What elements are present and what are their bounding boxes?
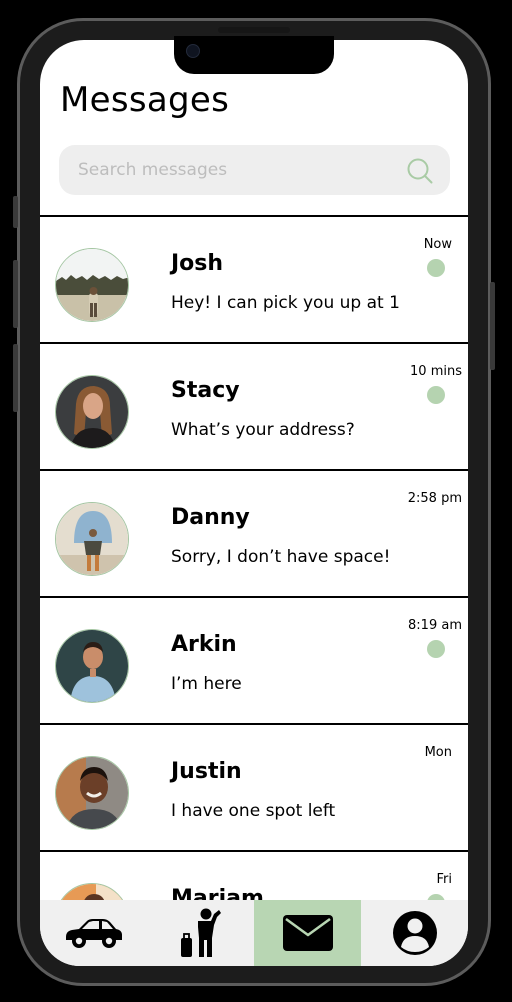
page-title: Messages: [60, 80, 230, 120]
unread-indicator: [427, 386, 445, 404]
message-preview: I have one spot left: [171, 801, 336, 821]
conversation-row[interactable]: Josh Hey! I can pick you up at 1 Now: [40, 215, 468, 342]
contact-name: Stacy: [171, 378, 240, 403]
volume-down-button: [13, 344, 18, 412]
front-camera: [186, 44, 200, 58]
profile-icon: [392, 911, 437, 955]
mute-switch: [13, 196, 18, 228]
search-input[interactable]: [59, 145, 399, 195]
conversation-row[interactable]: Justin I have one spot left Mon: [40, 723, 468, 850]
avatar: [55, 756, 129, 830]
unread-indicator: [427, 259, 445, 277]
avatar: [55, 502, 129, 576]
tab-bar: [40, 900, 468, 966]
traveler-icon: [180, 908, 221, 957]
envelope-icon: [282, 915, 333, 951]
tab-profile[interactable]: [361, 900, 468, 966]
conversation-row[interactable]: Arkin I’m here 8:19 am: [40, 596, 468, 723]
conversation-list: Josh Hey! I can pick you up at 1 Now Sta…: [40, 215, 468, 966]
message-preview: I’m here: [171, 674, 242, 694]
contact-name: Josh: [171, 251, 224, 276]
avatar: [55, 629, 129, 703]
search-bar: [59, 145, 450, 195]
tab-trips[interactable]: [147, 900, 254, 966]
tab-rides[interactable]: [40, 900, 147, 966]
tab-messages[interactable]: [254, 900, 361, 966]
conversation-row[interactable]: Danny Sorry, I don’t have space! 2:58 pm: [40, 469, 468, 596]
avatar: [55, 375, 129, 449]
message-preview: Sorry, I don’t have space!: [171, 547, 391, 567]
message-time: 2:58 pm: [407, 491, 462, 506]
contact-name: Justin: [171, 759, 242, 784]
power-button: [490, 282, 495, 370]
conversation-row[interactable]: Stacy What’s your address? 10 mins: [40, 342, 468, 469]
message-preview: What’s your address?: [171, 420, 355, 440]
contact-name: Arkin: [171, 632, 237, 657]
message-time: Now: [423, 237, 452, 252]
screen: Messages Josh Hey: [40, 40, 468, 966]
avatar: [55, 248, 129, 322]
unread-indicator: [427, 640, 445, 658]
message-time: 8:19 am: [408, 618, 462, 633]
message-time: Mon: [424, 745, 452, 760]
contact-name: Danny: [171, 505, 250, 530]
message-time: 10 mins: [410, 364, 462, 379]
message-time: Fri: [436, 872, 453, 887]
search-icon[interactable]: [406, 157, 434, 185]
volume-up-button: [13, 260, 18, 328]
message-preview: Hey! I can pick you up at 1: [171, 293, 400, 313]
speaker-grille: [218, 27, 290, 33]
car-icon: [65, 919, 122, 948]
